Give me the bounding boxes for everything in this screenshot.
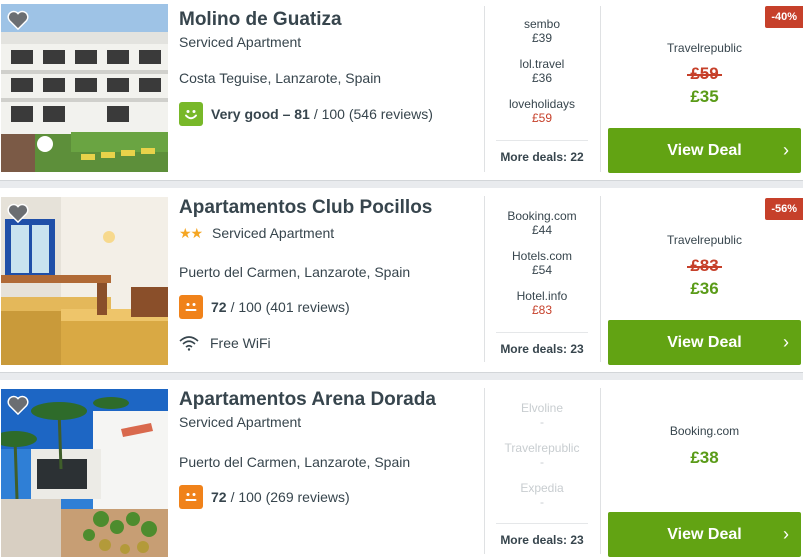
more-deals-link[interactable]: More deals: 23 bbox=[496, 332, 588, 356]
view-deal-button[interactable]: View Deal › bbox=[608, 512, 801, 557]
more-deals-link[interactable]: More deals: 22 bbox=[496, 140, 588, 164]
deal-price: £59 bbox=[531, 111, 553, 125]
happy-face-icon bbox=[179, 102, 203, 126]
column-divider bbox=[600, 6, 601, 172]
hotel-name[interactable]: Apartamentos Club Pocillos bbox=[179, 197, 432, 219]
deal-price: - bbox=[540, 495, 544, 509]
neutral-face-icon bbox=[179, 295, 203, 319]
rating-score: 72 bbox=[211, 299, 227, 315]
more-deals-link[interactable]: More deals: 23 bbox=[496, 523, 588, 547]
deal-item: Elvoline - bbox=[496, 401, 588, 429]
deal-item: Expedia - bbox=[496, 481, 588, 509]
hotel-card: Apartamentos Arena Dorada Serviced Apart… bbox=[0, 380, 803, 560]
heart-icon[interactable] bbox=[7, 203, 29, 223]
star-rating: ★★ bbox=[179, 225, 203, 241]
deal-price: £39 bbox=[531, 31, 553, 45]
deal-price-main: £35 bbox=[690, 87, 719, 106]
deal-provider: sembo bbox=[523, 17, 561, 31]
column-divider bbox=[484, 196, 485, 362]
accommodation-type: Serviced Apartment bbox=[179, 414, 302, 430]
best-deal-provider: Booking.com bbox=[669, 424, 740, 438]
deal-price: £54 bbox=[531, 263, 553, 277]
hotel-location: Puerto del Carmen, Lanzarote, Spain bbox=[179, 454, 411, 470]
original-price: £83 bbox=[608, 256, 801, 276]
best-deal-provider: Travelrepublic bbox=[667, 41, 742, 55]
original-price: £59 bbox=[608, 64, 801, 84]
chevron-right-icon: › bbox=[783, 332, 789, 352]
discount-badge: -40% bbox=[765, 6, 803, 28]
chevron-right-icon: › bbox=[783, 140, 789, 160]
deal-item[interactable]: lol.travel £36 bbox=[496, 57, 588, 85]
deal-item[interactable]: Hotel.info £83 bbox=[496, 289, 588, 317]
hotel-card: Molino de Guatiza Serviced Apartment Cos… bbox=[0, 0, 803, 181]
deal-provider: Hotels.com bbox=[511, 249, 573, 263]
heart-icon[interactable] bbox=[7, 395, 29, 415]
deal-provider: Expedia bbox=[520, 481, 564, 495]
view-deal-label: View Deal bbox=[667, 142, 742, 159]
deal-provider: Hotel.info bbox=[516, 289, 568, 303]
view-deal-button[interactable]: View Deal › bbox=[608, 128, 801, 173]
deal-price: £36 bbox=[531, 71, 553, 85]
deal-provider: loveholidays bbox=[508, 97, 576, 111]
deal-price: - bbox=[540, 455, 544, 469]
column-divider bbox=[600, 388, 601, 554]
rating-reviews[interactable]: / 100 (401 reviews) bbox=[231, 299, 350, 315]
hotel-location: Puerto del Carmen, Lanzarote, Spain bbox=[179, 264, 411, 280]
rating-reviews[interactable]: / 100 (546 reviews) bbox=[314, 106, 433, 122]
deal-item[interactable]: sembo £39 bbox=[496, 17, 588, 45]
deal-provider: Booking.com bbox=[507, 209, 577, 223]
original-price-value: £59 bbox=[690, 64, 719, 83]
heart-icon[interactable] bbox=[7, 10, 29, 30]
hotel-name[interactable]: Molino de Guatiza bbox=[179, 9, 342, 31]
deal-price-main: £38 bbox=[690, 448, 719, 467]
hotel-type: Serviced Apartment bbox=[179, 34, 301, 50]
column-divider bbox=[600, 196, 601, 362]
view-deal-button[interactable]: View Deal › bbox=[608, 320, 801, 365]
deal-provider: Travelrepublic bbox=[504, 441, 580, 455]
rating-score: 72 bbox=[211, 489, 227, 505]
rating-score: Very good – 81 bbox=[211, 106, 310, 122]
accommodation-type: Serviced Apartment bbox=[179, 34, 302, 50]
deal-item: Travelrepublic - bbox=[496, 441, 588, 469]
hotel-location: Costa Teguise, Lanzarote, Spain bbox=[179, 70, 382, 86]
deal-price: - bbox=[540, 415, 544, 429]
deal-provider: Elvoline bbox=[520, 401, 564, 415]
deal-price: £83 bbox=[531, 303, 553, 317]
deal-price: £44 bbox=[531, 223, 553, 237]
hotel-photo[interactable] bbox=[1, 389, 168, 557]
column-divider bbox=[484, 6, 485, 172]
hotel-type: ★★ Serviced Apartment bbox=[179, 225, 334, 242]
column-divider bbox=[484, 388, 485, 554]
rating-reviews[interactable]: / 100 (269 reviews) bbox=[231, 489, 350, 505]
hotel-photo[interactable] bbox=[1, 4, 168, 172]
view-deal-label: View Deal bbox=[667, 526, 742, 543]
discount-badge: -56% bbox=[765, 198, 803, 220]
best-deal-provider: Travelrepublic bbox=[667, 233, 742, 247]
hotel-type: Serviced Apartment bbox=[179, 414, 301, 430]
hotel-name[interactable]: Apartamentos Arena Dorada bbox=[179, 389, 436, 411]
view-deal-label: View Deal bbox=[667, 334, 742, 351]
deal-item[interactable]: loveholidays £59 bbox=[496, 97, 588, 125]
original-price-value: £83 bbox=[690, 256, 719, 275]
deal-price-main: £36 bbox=[690, 279, 719, 298]
hotel-photo[interactable] bbox=[1, 197, 168, 365]
hotel-rating: 72 / 100 (269 reviews) bbox=[179, 485, 350, 509]
amenity: Free WiFi bbox=[179, 335, 271, 351]
hotel-rating: Very good – 81 / 100 (546 reviews) bbox=[179, 102, 433, 126]
deal-item[interactable]: Hotels.com £54 bbox=[496, 249, 588, 277]
deal-item[interactable]: Booking.com £44 bbox=[496, 209, 588, 237]
neutral-face-icon bbox=[179, 485, 203, 509]
amenity-label: Free WiFi bbox=[210, 335, 271, 351]
chevron-right-icon: › bbox=[783, 524, 789, 544]
wifi-icon bbox=[179, 336, 199, 351]
accommodation-type: Serviced Apartment bbox=[212, 225, 335, 241]
hotel-rating: 72 / 100 (401 reviews) bbox=[179, 295, 350, 319]
hotel-card: Apartamentos Club Pocillos ★★ Serviced A… bbox=[0, 188, 803, 373]
deal-provider: lol.travel bbox=[519, 57, 565, 71]
